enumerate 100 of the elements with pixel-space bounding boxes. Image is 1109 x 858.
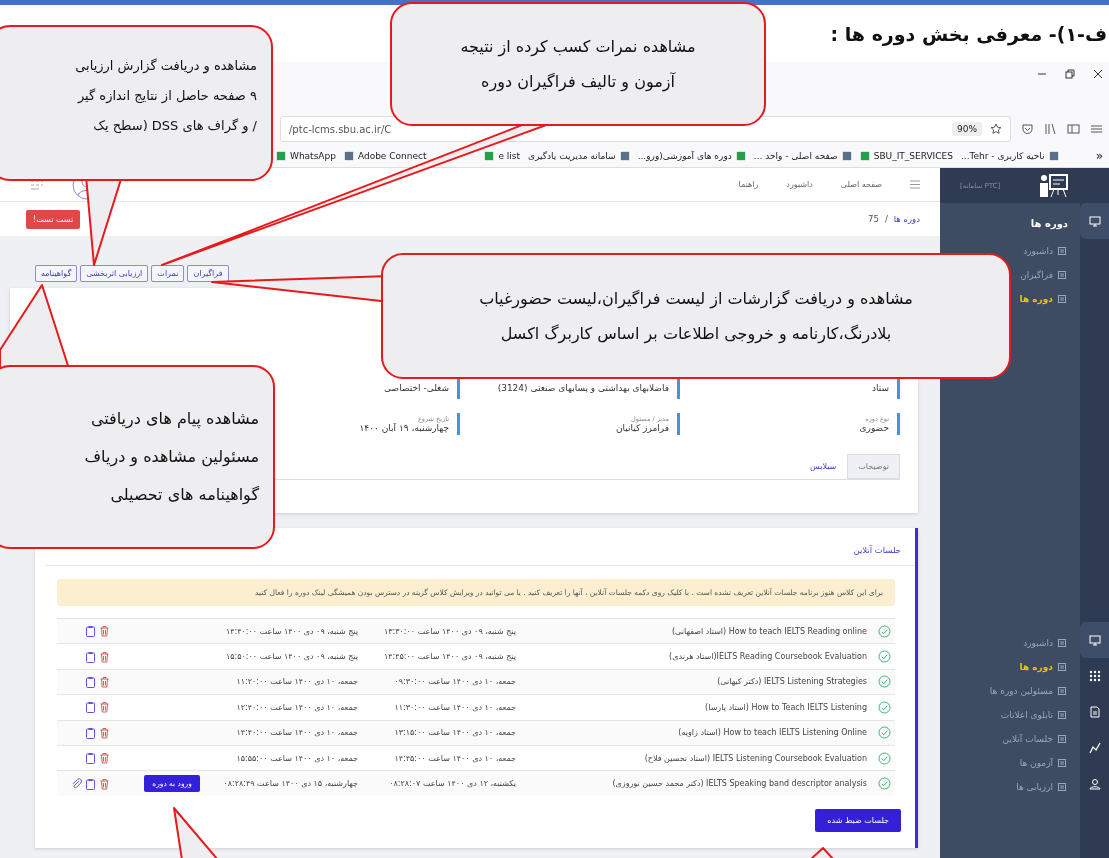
bookmark-icon	[343, 150, 354, 161]
menu-item-icon	[1058, 735, 1066, 743]
callout-text: گواهینامه های تحصیلی	[109, 484, 259, 506]
sidebar-item[interactable]: مسئولین دوره ها	[989, 679, 1080, 703]
field-value: ستاد	[871, 383, 889, 393]
apps-icon[interactable]	[30, 178, 44, 191]
sidebar-item[interactable]: دوره ها	[1019, 287, 1080, 311]
restore-icon[interactable]	[1065, 69, 1075, 79]
bookmark[interactable]: سامانه مدیریت یادگیری	[528, 150, 630, 161]
menu-icon[interactable]	[910, 180, 920, 189]
end-time: چهارشنبه، ۱۵ دی ۱۴۰۰ ساعت ۰۸:۲۸:۴۹	[222, 779, 359, 789]
clipboard-icon[interactable]	[85, 650, 96, 663]
nav-link[interactable]: راهنما	[738, 180, 759, 189]
menu-item-icon	[1058, 663, 1066, 671]
menu-item-icon	[1058, 759, 1066, 767]
menu-item-icon	[1058, 639, 1066, 647]
menu-item-icon	[1058, 247, 1066, 255]
bookmark[interactable]: دوره های آموزشی(ورو...	[637, 150, 746, 161]
callout-text: مشاهده پیام های دریافتی	[89, 408, 259, 431]
bookmark-icon	[619, 150, 630, 161]
sidebar-heading: دوره ها	[1029, 217, 1069, 231]
document-heading: ف-۱)- معرفی بخش دوره ها :	[830, 22, 1107, 45]
trash-icon[interactable]	[99, 701, 110, 714]
end-time: جمعه، ۱۰ دی ۱۴۰۰ ساعت ۱۱:۲۰:۰۰	[235, 677, 359, 687]
sidebar-item[interactable]: آزمون ها	[1019, 751, 1080, 775]
menu-item-icon	[1058, 711, 1066, 719]
sidebar-item[interactable]: داشبورد	[1023, 239, 1080, 263]
session-title: IELTS Listening Strategies (دکتر کیهانی)	[716, 677, 868, 687]
bookmark-icon	[841, 150, 852, 161]
chart-icon	[1088, 742, 1101, 754]
user-icon	[1088, 778, 1101, 790]
start-time: جمعه، ۱۰ دی ۱۴۰۰ ساعت ۱۳:۱۵:۰۰	[393, 728, 517, 738]
session-title: IELTS Reading Coursebook Evaluation(استاد هرندی)	[668, 652, 868, 662]
sidebar-icon[interactable]	[1067, 123, 1080, 135]
course-tab-button[interactable]: نمرات	[151, 265, 185, 282]
detail-tab[interactable]: سیلابس	[798, 454, 848, 479]
clipboard-icon[interactable]	[85, 701, 96, 714]
nav-link[interactable]: صفحه اصلی	[840, 180, 882, 189]
detail-tab[interactable]: توضیحات	[847, 454, 900, 479]
paperclip-icon[interactable]	[71, 777, 82, 790]
monitor-icon	[1088, 215, 1101, 227]
course-tab-button[interactable]: گواهینامه	[35, 265, 78, 282]
callout-text: مشاهده و دریافت گزارش ارزیابی	[74, 57, 257, 76]
check-circle-icon	[877, 777, 891, 791]
course-tab-button[interactable]: ارزیابی اثربخشی	[80, 265, 149, 282]
course-tab-button[interactable]: فراگیران	[187, 265, 229, 282]
bookmark[interactable]: Adobe Connect	[343, 150, 427, 161]
sidebar-item[interactable]: تابلوی اعلانات	[1000, 703, 1080, 727]
end-time: جمعه، ۱۰ دی ۱۴۰۰ ساعت ۱۲:۴۰:۰۰	[235, 702, 359, 712]
bookmarks-overflow[interactable]: »	[1095, 148, 1109, 163]
callout-text: / و گراف های DSS (سطح یک	[92, 117, 257, 136]
trash-icon[interactable]	[99, 675, 110, 688]
trash-icon[interactable]	[99, 752, 110, 765]
clipboard-icon[interactable]	[85, 726, 96, 739]
bookmark[interactable]: ناحیه کاربری - Tehr...	[960, 150, 1059, 161]
breadcrumb-link[interactable]: دوره ها	[893, 214, 920, 224]
field-value: شغلی- اختصاصی	[383, 383, 449, 393]
field-value: فرامرز کیانیان	[614, 423, 669, 433]
sidebar-item[interactable]: دوره ها	[1019, 655, 1080, 679]
bookmark[interactable]: صفحه اصلی - واحد ...	[753, 150, 852, 161]
start-time: جمعه، ۱۰ دی ۱۴۰۰ ساعت ۱۱:۳۰:۰۰	[393, 702, 517, 712]
sidebar-item[interactable]: فراگیران	[1020, 263, 1080, 287]
menu-item-icon	[1058, 687, 1066, 695]
start-time: جمعه، ۱۰ دی ۱۴۰۰ ساعت ۰۹:۳۰:۰۰	[393, 677, 517, 687]
pocket-icon[interactable]	[1021, 123, 1034, 135]
document-icon	[1088, 706, 1101, 718]
callout-text: آزمون و تالیف فراگیران دوره	[481, 71, 675, 94]
star-icon[interactable]	[990, 123, 1002, 135]
trash-icon[interactable]	[99, 777, 110, 790]
nav-link[interactable]: داشبورد	[786, 180, 813, 189]
bookmark[interactable]: e list	[484, 150, 521, 161]
bookmark-icon	[276, 150, 286, 161]
breadcrumb-separator: /	[884, 214, 888, 224]
session-title: How to Teach IELTS Listening (استاد پارسا)	[704, 702, 868, 712]
check-circle-icon	[877, 624, 891, 638]
trash-icon[interactable]	[99, 650, 110, 663]
field-value: فاضلابهای بهداشتی و پسابهای صنعتی (3124)	[496, 383, 669, 393]
zoom-level[interactable]: 90%	[952, 122, 982, 136]
close-icon[interactable]	[1093, 69, 1103, 79]
trash-icon[interactable]	[99, 625, 110, 638]
trash-icon[interactable]	[99, 726, 110, 739]
check-circle-icon	[877, 700, 891, 714]
library-icon[interactable]	[1044, 123, 1057, 135]
sidebar-item[interactable]: ارزیابی ها	[1016, 775, 1080, 799]
bookmark-icon	[735, 150, 746, 161]
bookmark[interactable]: SBU_IT_SERVICES	[859, 150, 953, 161]
breadcrumb-current: 75	[868, 214, 879, 224]
clipboard-icon[interactable]	[85, 625, 96, 638]
clipboard-icon[interactable]	[85, 675, 96, 688]
start-time: جمعه، ۱۰ دی ۱۴۰۰ ساعت ۱۴:۴۵:۰۰	[393, 753, 517, 763]
bookmark[interactable]: WhatsApp	[276, 150, 336, 161]
user-button[interactable]: تست تست!	[26, 209, 81, 229]
recorded-sessions-button[interactable]: جلسات ضبط شده	[815, 808, 901, 832]
clipboard-icon[interactable]	[85, 777, 96, 790]
sidebar-item[interactable]: جلسات آنلاین	[1002, 727, 1080, 751]
start-time: پنج شنبه، ۰۹ دی ۱۴۰۰ ساعت ۱۴:۴۵:۰۰	[382, 652, 517, 662]
clipboard-icon[interactable]	[85, 752, 96, 765]
callout-text: بلادرنگ،کارنامه و خروجی اطلاعات بر اساس کاربرگ اکسل	[500, 323, 892, 346]
sidebar-item[interactable]: داشبورد	[1023, 631, 1080, 655]
start-time: یکشنبه، ۱۲ دی ۱۴۰۰ ساعت ۰۸:۲۸:۰۷	[388, 779, 517, 789]
